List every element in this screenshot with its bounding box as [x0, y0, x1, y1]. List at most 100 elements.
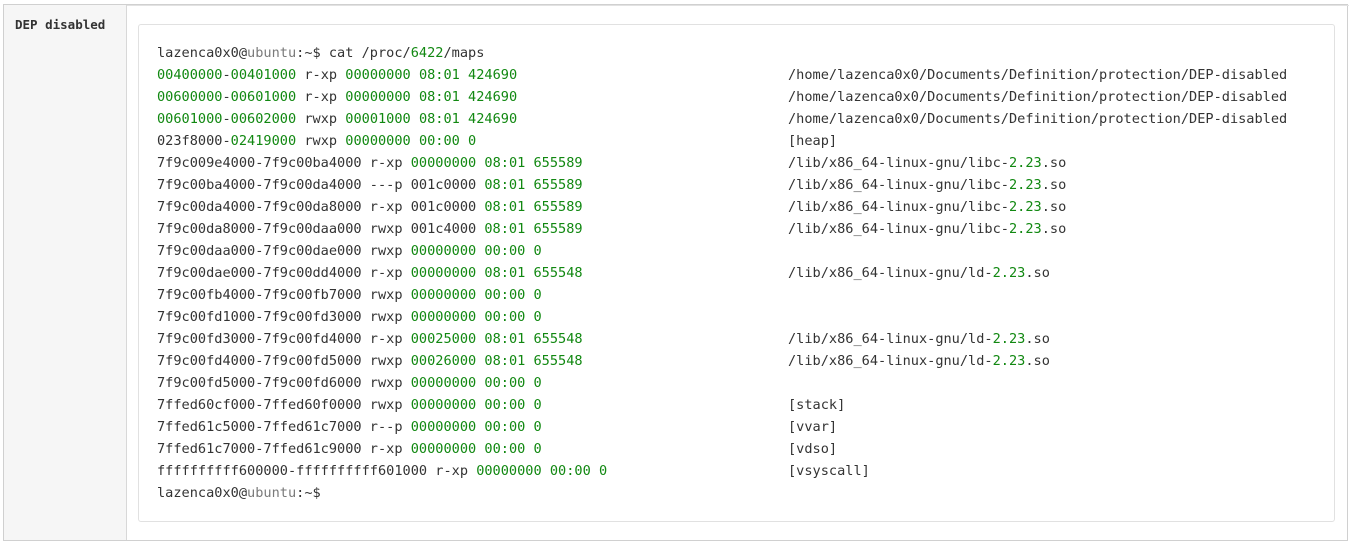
- terminal-text-segment: -: [222, 111, 231, 127]
- terminal-text-segment: /maps: [443, 45, 485, 61]
- terminal-text-segment: r-xp: [296, 67, 346, 83]
- terminal-text-segment: r-xp: [296, 89, 346, 105]
- maps-entry-fields: 7f9c00fd1000-7f9c00fd3000 rwxp 00000000 …: [157, 306, 788, 328]
- terminal-text-segment: 7f9c00daa000-7f9c00dae000 rwxp: [157, 243, 411, 259]
- maps-entry-line: 7f9c00fd1000-7f9c00fd3000 rwxp 00000000 …: [157, 306, 1287, 328]
- terminal-text-segment: :~$: [296, 485, 321, 501]
- maps-entry-fields: 7f9c00fd3000-7f9c00fd4000 r-xp 00025000 …: [157, 328, 788, 350]
- maps-entry-fields: 7f9c00daa000-7f9c00dae000 rwxp 00000000 …: [157, 240, 788, 262]
- maps-entry-fields: 00600000-00601000 r-xp 00000000 08:01 42…: [157, 86, 788, 108]
- maps-entry-line: 7f9c00ba4000-7f9c00da4000 ---p 001c0000 …: [157, 174, 1287, 196]
- maps-entry-fields: 00400000-00401000 r-xp 00000000 08:01 42…: [157, 64, 788, 86]
- terminal-text-segment: 2.23: [992, 331, 1026, 347]
- terminal-text-segment: 00:00: [484, 375, 526, 391]
- terminal-text-segment: 08:01: [484, 177, 526, 193]
- maps-entry-pathname: /home/lazenca0x0/Documents/Definition/pr…: [788, 111, 1287, 127]
- terminal-text-segment: /home/lazenca0x0/Documents/Definition/pr…: [788, 111, 1288, 127]
- terminal-text-segment: ubuntu: [247, 485, 297, 501]
- terminal-text-segment: rwxp: [296, 111, 346, 127]
- terminal-text-segment: 08:01: [418, 111, 460, 127]
- maps-entry-line: 7f9c00da4000-7f9c00da8000 r-xp 001c0000 …: [157, 196, 1287, 218]
- terminal-text-segment: 0: [533, 287, 542, 303]
- maps-entry-line: 7ffed61c7000-7ffed61c9000 r-xp 00000000 …: [157, 438, 1287, 460]
- terminal-text-segment: 655548: [533, 265, 583, 281]
- terminal-text-segment: /home/lazenca0x0/Documents/Definition/pr…: [788, 67, 1288, 83]
- terminal-text-segment: 7f9c00dae000-7f9c00dd4000 r-xp: [157, 265, 411, 281]
- terminal-text-segment: .so: [1025, 353, 1050, 369]
- terminal-text-segment: 0: [533, 309, 542, 325]
- maps-entry-line: 00400000-00401000 r-xp 00000000 08:01 42…: [157, 64, 1287, 86]
- terminal-text-segment: .so: [1025, 331, 1050, 347]
- terminal-text-segment: 00000000: [345, 133, 411, 149]
- terminal-text-segment: 08:01: [484, 331, 526, 347]
- table-divider: [4, 5, 1349, 6]
- maps-entry-line: 00600000-00601000 r-xp 00000000 08:01 42…: [157, 86, 1287, 108]
- terminal-text-segment: 00025000: [410, 331, 477, 347]
- terminal-text-segment: 00401000: [230, 67, 297, 83]
- terminal-text-segment: 424690: [468, 67, 518, 83]
- maps-entry-line: 7f9c00fd4000-7f9c00fd5000 rwxp 00026000 …: [157, 350, 1287, 372]
- terminal-text-segment: 00026000: [410, 353, 477, 369]
- maps-entry-fields: 7f9c00ba4000-7f9c00da4000 ---p 001c0000 …: [157, 174, 788, 196]
- terminal-output: lazenca0x0@ubuntu:~$ cat /proc/6422/maps…: [157, 42, 1287, 504]
- terminal-text-segment: 00:00: [484, 397, 526, 413]
- maps-entry-pathname: [heap]: [788, 133, 837, 149]
- terminal-text-segment: rwxp: [296, 133, 346, 149]
- terminal-text-segment: 655548: [533, 331, 583, 347]
- terminal-text-segment: 00000000: [410, 375, 477, 391]
- terminal-text-segment: 0: [533, 375, 542, 391]
- terminal-text-segment: 7f9c009e4000-7f9c00ba4000 r-xp: [157, 155, 411, 171]
- terminal-text-segment: 08:01: [418, 67, 460, 83]
- terminal-text-segment: 655589: [533, 155, 583, 171]
- terminal-text-segment: 08:01: [484, 221, 526, 237]
- terminal-text-segment: @: [238, 45, 248, 61]
- terminal-text-segment: 2.23: [992, 353, 1026, 369]
- terminal-text-segment: @: [238, 485, 248, 501]
- terminal-text-segment: 2.23: [992, 265, 1026, 281]
- terminal-text-segment: 424690: [468, 89, 518, 105]
- terminal-text-segment: 00:00: [484, 419, 526, 435]
- terminal-text-segment: 00000000: [345, 89, 411, 105]
- terminal-text-segment: .so: [1041, 177, 1067, 193]
- terminal-text-segment: -: [222, 67, 231, 83]
- maps-entry-pathname: /lib/x86_64-linux-gnu/libc-2.23.so: [788, 221, 1066, 237]
- terminal-text-segment: 08:01: [484, 199, 526, 215]
- terminal-text-segment: 00:00: [418, 133, 460, 149]
- terminal-text-segment: 7f9c00fd4000-7f9c00fd5000 rwxp: [157, 353, 411, 369]
- maps-entry-line: ffffffffff600000-ffffffffff601000 r-xp 0…: [157, 460, 1287, 482]
- terminal-text-segment: 00000000: [476, 463, 542, 479]
- terminal-text-segment: [vsyscall]: [788, 463, 870, 479]
- terminal-text-segment: ffffffffff600000-ffffffffff601000 r-xp: [157, 463, 477, 479]
- terminal-text-segment: 0: [468, 133, 477, 149]
- terminal-text-segment: :~$ cat /proc/: [296, 45, 411, 61]
- terminal-text-segment: 424690: [468, 111, 518, 127]
- maps-entry-line: 7ffed60cf000-7ffed60f0000 rwxp 00000000 …: [157, 394, 1287, 416]
- maps-entry-fields: 7ffed61c7000-7ffed61c9000 r-xp 00000000 …: [157, 438, 788, 460]
- terminal-text-segment: 655589: [533, 221, 583, 237]
- terminal-text-segment: [stack]: [788, 397, 846, 413]
- terminal-text-segment: 00:00: [484, 287, 526, 303]
- terminal-text-segment: 7ffed61c5000-7ffed61c7000 r--p: [157, 419, 411, 435]
- terminal-text-segment: 00000000: [345, 67, 411, 83]
- maps-entry-line: 7f9c00daa000-7f9c00dae000 rwxp 00000000 …: [157, 240, 1287, 262]
- terminal-text-segment: 655548: [533, 353, 583, 369]
- terminal-text-segment: /lib/x86_64-linux-gnu/libc-: [788, 199, 1009, 215]
- maps-entry-fields: 7f9c00dae000-7f9c00dd4000 r-xp 00000000 …: [157, 262, 788, 284]
- terminal-text-segment: 08:01: [484, 155, 526, 171]
- terminal-text-segment: 02419000: [230, 133, 297, 149]
- maps-entry-pathname: /lib/x86_64-linux-gnu/libc-2.23.so: [788, 199, 1066, 215]
- terminal-text-segment: 023f8000-: [157, 133, 231, 149]
